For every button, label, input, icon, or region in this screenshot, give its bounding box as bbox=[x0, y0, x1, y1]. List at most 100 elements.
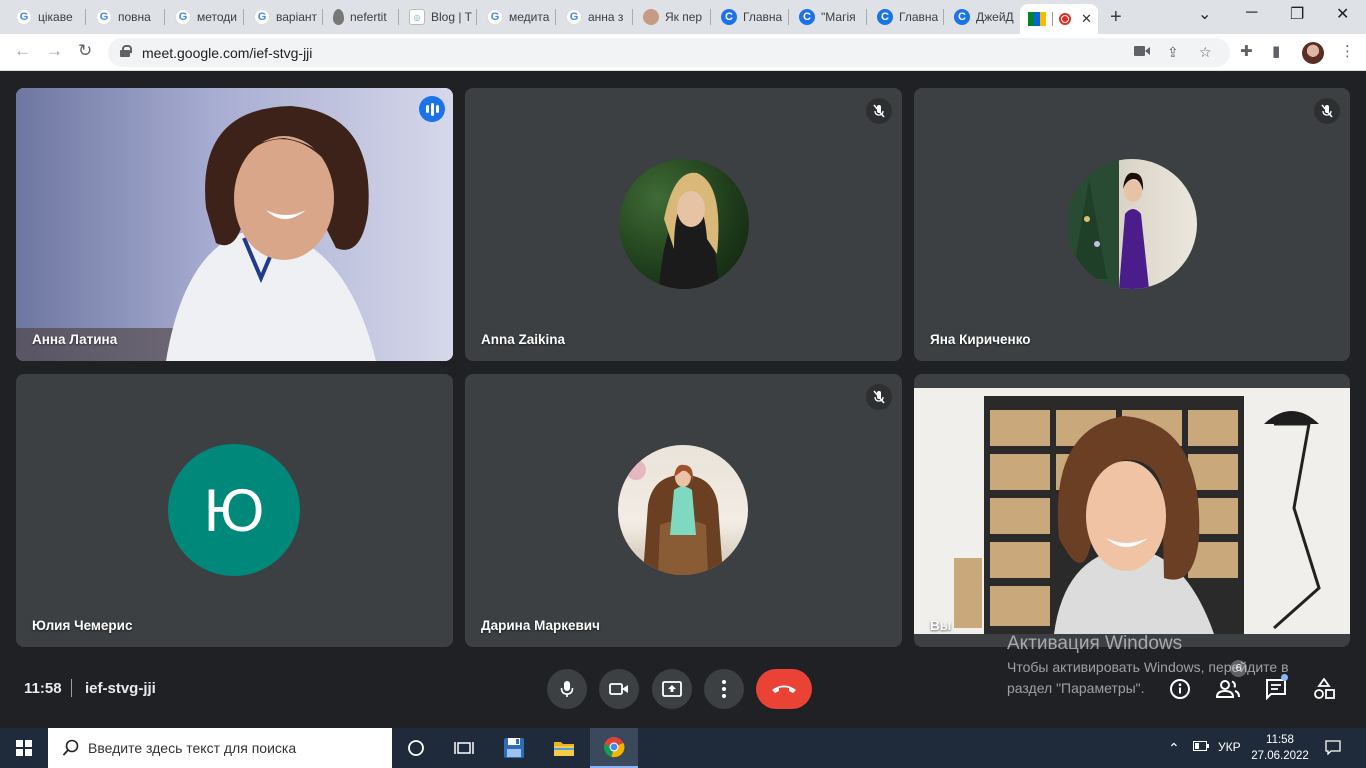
browser-tab[interactable]: C Главна bbox=[711, 4, 789, 30]
keyboard-language[interactable]: УКР bbox=[1218, 740, 1241, 754]
lock-icon bbox=[120, 45, 132, 57]
tray-overflow-icon[interactable]: ⌃ bbox=[1168, 740, 1180, 757]
profile-avatar[interactable] bbox=[1302, 42, 1324, 64]
browser-tab[interactable]: G цікаве bbox=[6, 4, 86, 30]
cortana-icon bbox=[408, 740, 424, 756]
system-clock[interactable]: 11:58 27.06.2022 bbox=[1246, 732, 1314, 764]
close-tab-icon[interactable]: ✕ bbox=[1081, 11, 1092, 27]
google-icon: G bbox=[487, 9, 503, 25]
participant-tile[interactable]: Анна Латина bbox=[16, 88, 453, 361]
tab-search-icon[interactable]: ⌄ bbox=[1198, 4, 1211, 24]
tab-title: Як пер bbox=[665, 10, 703, 24]
reload-button[interactable]: ↻ bbox=[78, 41, 92, 61]
tab-title: варіант bbox=[276, 10, 318, 24]
browser-tab[interactable]: ◎ Blog | T bbox=[399, 4, 477, 30]
canva-icon: C bbox=[799, 9, 815, 25]
browser-tab[interactable]: G медита bbox=[477, 4, 556, 30]
participant-name: Дарина Маркевич bbox=[481, 618, 600, 633]
speaking-indicator-icon bbox=[419, 96, 445, 122]
taskbar-app-explorer[interactable] bbox=[540, 728, 588, 768]
browser-tab[interactable]: Як пер bbox=[633, 4, 711, 30]
address-bar[interactable]: meet.google.com/ief-stvg-jji ⇪ ☆ bbox=[108, 38, 1230, 67]
muted-mic-icon bbox=[1314, 98, 1340, 124]
present-screen-button[interactable] bbox=[652, 669, 692, 709]
tab-title: Главна bbox=[743, 10, 783, 24]
google-icon: G bbox=[96, 9, 112, 25]
google-icon: G bbox=[175, 9, 191, 25]
hang-up-icon bbox=[772, 685, 796, 693]
self-video bbox=[914, 388, 1350, 634]
more-options-button[interactable] bbox=[704, 669, 744, 709]
windows-taskbar: Введите здесь текст для поиска ⌃ УКР 11:… bbox=[0, 728, 1366, 768]
tab-title: анна з bbox=[588, 10, 624, 24]
self-view-tile[interactable]: Вы bbox=[914, 374, 1350, 647]
tab-title: Главна bbox=[899, 10, 939, 24]
battery-icon[interactable] bbox=[1193, 740, 1209, 754]
restore-button[interactable]: ❐ bbox=[1290, 4, 1304, 24]
notifications-icon[interactable] bbox=[1325, 740, 1341, 758]
system-date: 27.06.2022 bbox=[1251, 750, 1309, 762]
browser-tab[interactable]: C "Магія bbox=[789, 4, 867, 30]
task-view-icon bbox=[454, 742, 474, 754]
camera-button[interactable] bbox=[599, 669, 639, 709]
watermark-subtitle: Чтобы активировать Windows, перейдите в … bbox=[1007, 659, 1289, 696]
canva-icon: C bbox=[721, 9, 737, 25]
taskbar-app-save[interactable] bbox=[490, 728, 538, 768]
side-panel-icon[interactable]: ▮ bbox=[1272, 42, 1280, 60]
google-icon: G bbox=[566, 9, 582, 25]
menu-dots-icon[interactable]: ⋮ bbox=[1340, 42, 1355, 60]
tab-strip: G цікаве G повна G методи G варіант nefe… bbox=[0, 0, 1366, 34]
leave-call-button[interactable] bbox=[756, 669, 812, 709]
browser-tab[interactable]: C ДжейД bbox=[944, 4, 1020, 30]
search-icon bbox=[62, 739, 79, 756]
camera-icon bbox=[609, 683, 628, 695]
taskbar-app-chrome[interactable] bbox=[590, 728, 638, 768]
taskbar-search-box[interactable]: Введите здесь текст для поиска bbox=[48, 728, 392, 768]
browser-tab[interactable]: G повна bbox=[86, 4, 165, 30]
extensions-icon[interactable]: ✚ bbox=[1240, 42, 1253, 60]
canva-icon: C bbox=[877, 9, 893, 25]
browser-tab[interactable]: G методи bbox=[165, 4, 244, 30]
tab-title: "Магія bbox=[821, 10, 856, 24]
participant-avatar bbox=[619, 159, 749, 289]
new-tab-button[interactable]: + bbox=[1110, 6, 1122, 29]
bookmark-star-icon[interactable]: ☆ bbox=[1199, 44, 1212, 61]
blog-icon: ◎ bbox=[409, 9, 425, 25]
muted-mic-icon bbox=[866, 384, 892, 410]
tab-title: цікаве bbox=[38, 10, 73, 24]
canva-icon: C bbox=[954, 9, 970, 25]
microphone-button[interactable] bbox=[547, 669, 587, 709]
tab-title: повна bbox=[118, 10, 151, 24]
participant-tile[interactable]: Anna Zaikina bbox=[465, 88, 902, 361]
google-icon: G bbox=[16, 9, 32, 25]
participant-tile[interactable]: Яна Кириченко bbox=[914, 88, 1350, 361]
forward-button[interactable]: → bbox=[46, 41, 63, 61]
camera-permission-icon[interactable] bbox=[1134, 44, 1150, 60]
browser-tab[interactable]: G варіант bbox=[244, 4, 323, 30]
watermark-title: Активация Windows bbox=[1007, 633, 1183, 654]
tab-title: методи bbox=[197, 10, 238, 24]
participant-name: Вы bbox=[930, 618, 952, 633]
back-button[interactable]: ← bbox=[14, 41, 31, 61]
browser-tab[interactable]: G анна з bbox=[556, 4, 633, 30]
task-view-button[interactable] bbox=[440, 728, 488, 768]
participant-tile[interactable]: Дарина Маркевич bbox=[465, 374, 902, 647]
meeting-time: 11:58 bbox=[24, 680, 62, 697]
minimize-button[interactable]: ─ bbox=[1246, 4, 1257, 22]
google-icon: G bbox=[254, 9, 270, 25]
close-window-button[interactable]: ✕ bbox=[1336, 4, 1349, 24]
more-vert-icon bbox=[722, 680, 726, 698]
windows-start-icon[interactable] bbox=[16, 740, 32, 756]
browser-tab-active[interactable]: ✕ bbox=[1020, 4, 1098, 34]
folder-icon bbox=[554, 742, 574, 756]
participant-tile[interactable]: Ю Юлия Чемерис bbox=[16, 374, 453, 647]
share-icon[interactable]: ⇪ bbox=[1167, 44, 1179, 61]
participant-name: Анна Латина bbox=[32, 332, 118, 347]
browser-toolbar: ← → ↻ meet.google.com/ief-stvg-jji ⇪ ☆ ✚… bbox=[0, 34, 1366, 71]
browser-tab[interactable]: C Главна bbox=[867, 4, 944, 30]
chrome-icon bbox=[603, 737, 625, 758]
muted-mic-icon bbox=[866, 98, 892, 124]
browser-tab[interactable]: nefertit bbox=[323, 4, 399, 30]
drop-icon bbox=[333, 9, 344, 25]
cortana-button[interactable] bbox=[392, 728, 440, 768]
